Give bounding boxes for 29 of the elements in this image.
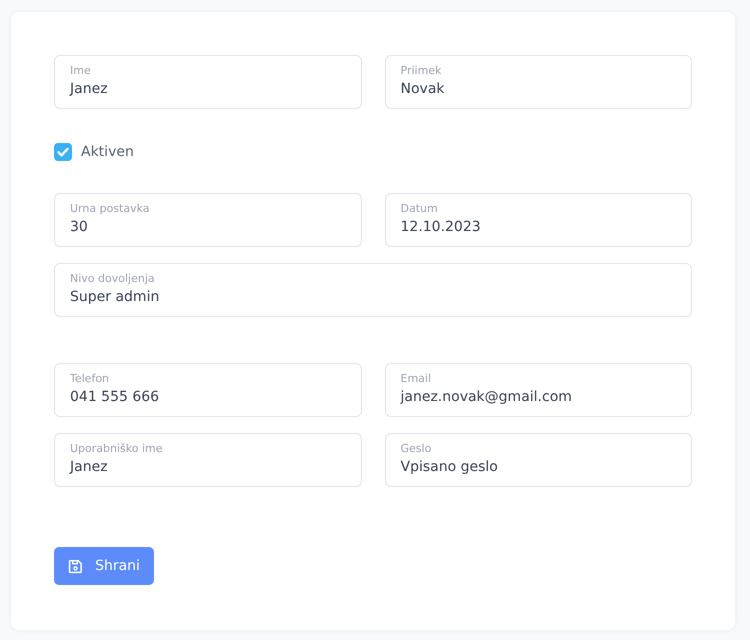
input-field[interactable]: Nivo dovoljenja Super admin — [54, 263, 692, 317]
input-field[interactable]: Urna postavka 30 — [54, 193, 362, 247]
field-value: Super admin — [70, 288, 160, 307]
field-label: Uporabniško ime — [70, 441, 164, 456]
field-label: Priimek — [400, 63, 442, 78]
input-field[interactable]: Geslo Vpisano geslo — [384, 433, 692, 487]
checkbox-label: Aktiven — [81, 144, 134, 160]
field-label: Telefon — [70, 371, 110, 386]
field-value: Janez — [70, 458, 108, 477]
input-field[interactable]: Ime Janez — [54, 55, 362, 109]
input-field[interactable]: Datum 12.10.2023 — [384, 193, 692, 247]
field-value: Janez — [70, 80, 108, 99]
field-value: janez.novak@gmail.com — [400, 388, 572, 407]
field-label: Urna postavka — [70, 201, 151, 216]
field-value: 12.10.2023 — [400, 218, 481, 237]
field-value: Novak — [400, 80, 445, 99]
field-label: Datum — [400, 201, 439, 216]
field-value: Vpisano geslo — [400, 458, 498, 477]
checkbox[interactable] — [54, 143, 72, 161]
input-field[interactable]: Priimek Novak — [384, 55, 692, 109]
field-label: Ime — [70, 63, 92, 78]
input-field[interactable]: Uporabniško ime Janez — [54, 433, 362, 487]
field-value: 30 — [70, 218, 88, 237]
field-label: Email — [400, 371, 432, 386]
field-label: Geslo — [400, 441, 432, 456]
field-label: Nivo dovoljenja — [70, 271, 156, 286]
field-value: 041 555 666 — [70, 388, 160, 407]
input-field[interactable]: Email janez.novak@gmail.com — [384, 363, 692, 417]
input-field[interactable]: Telefon 041 555 666 — [54, 363, 362, 417]
